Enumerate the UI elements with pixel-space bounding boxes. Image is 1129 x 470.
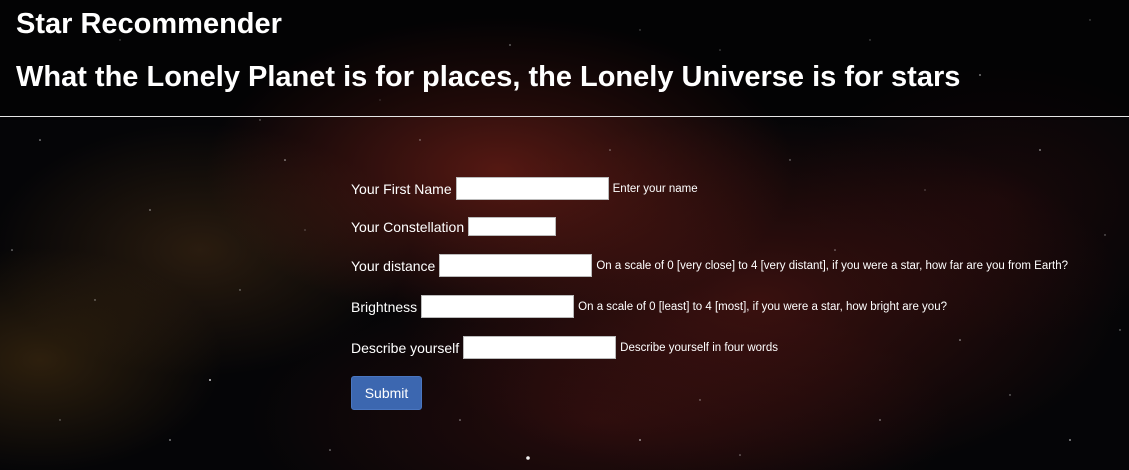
describe-hint: Describe yourself in four words <box>620 341 779 354</box>
brightness-input[interactable] <box>421 295 575 318</box>
submit-button[interactable]: Submit <box>351 376 422 410</box>
constellation-input[interactable] <box>468 217 557 236</box>
distance-row: Your distance On a scale of 0 [very clos… <box>351 254 1068 277</box>
describe-row: Describe yourself Describe yourself in f… <box>351 336 778 359</box>
distance-input[interactable] <box>439 254 593 277</box>
page-header: Star Recommender What the Lonely Planet … <box>0 0 1129 117</box>
distance-label: Your distance <box>351 257 436 274</box>
first-name-hint: Enter your name <box>612 182 698 195</box>
first-name-input[interactable] <box>455 177 609 200</box>
brightness-row: Brightness On a scale of 0 [least] to 4 … <box>351 295 947 318</box>
first-name-row: Your First Name Enter your name <box>351 177 698 200</box>
distance-hint: On a scale of 0 [very close] to 4 [very … <box>596 259 1069 272</box>
constellation-label: Your Constellation <box>351 218 465 235</box>
brightness-hint: On a scale of 0 [least] to 4 [most], if … <box>578 300 947 313</box>
page-title: Star Recommender <box>16 8 282 40</box>
first-name-label: Your First Name <box>351 180 452 197</box>
describe-input[interactable] <box>463 336 617 359</box>
brightness-label: Brightness <box>351 298 418 315</box>
page-subtitle: What the Lonely Planet is for places, th… <box>16 61 961 93</box>
constellation-row: Your Constellation <box>351 217 557 236</box>
describe-label: Describe yourself <box>351 339 460 356</box>
